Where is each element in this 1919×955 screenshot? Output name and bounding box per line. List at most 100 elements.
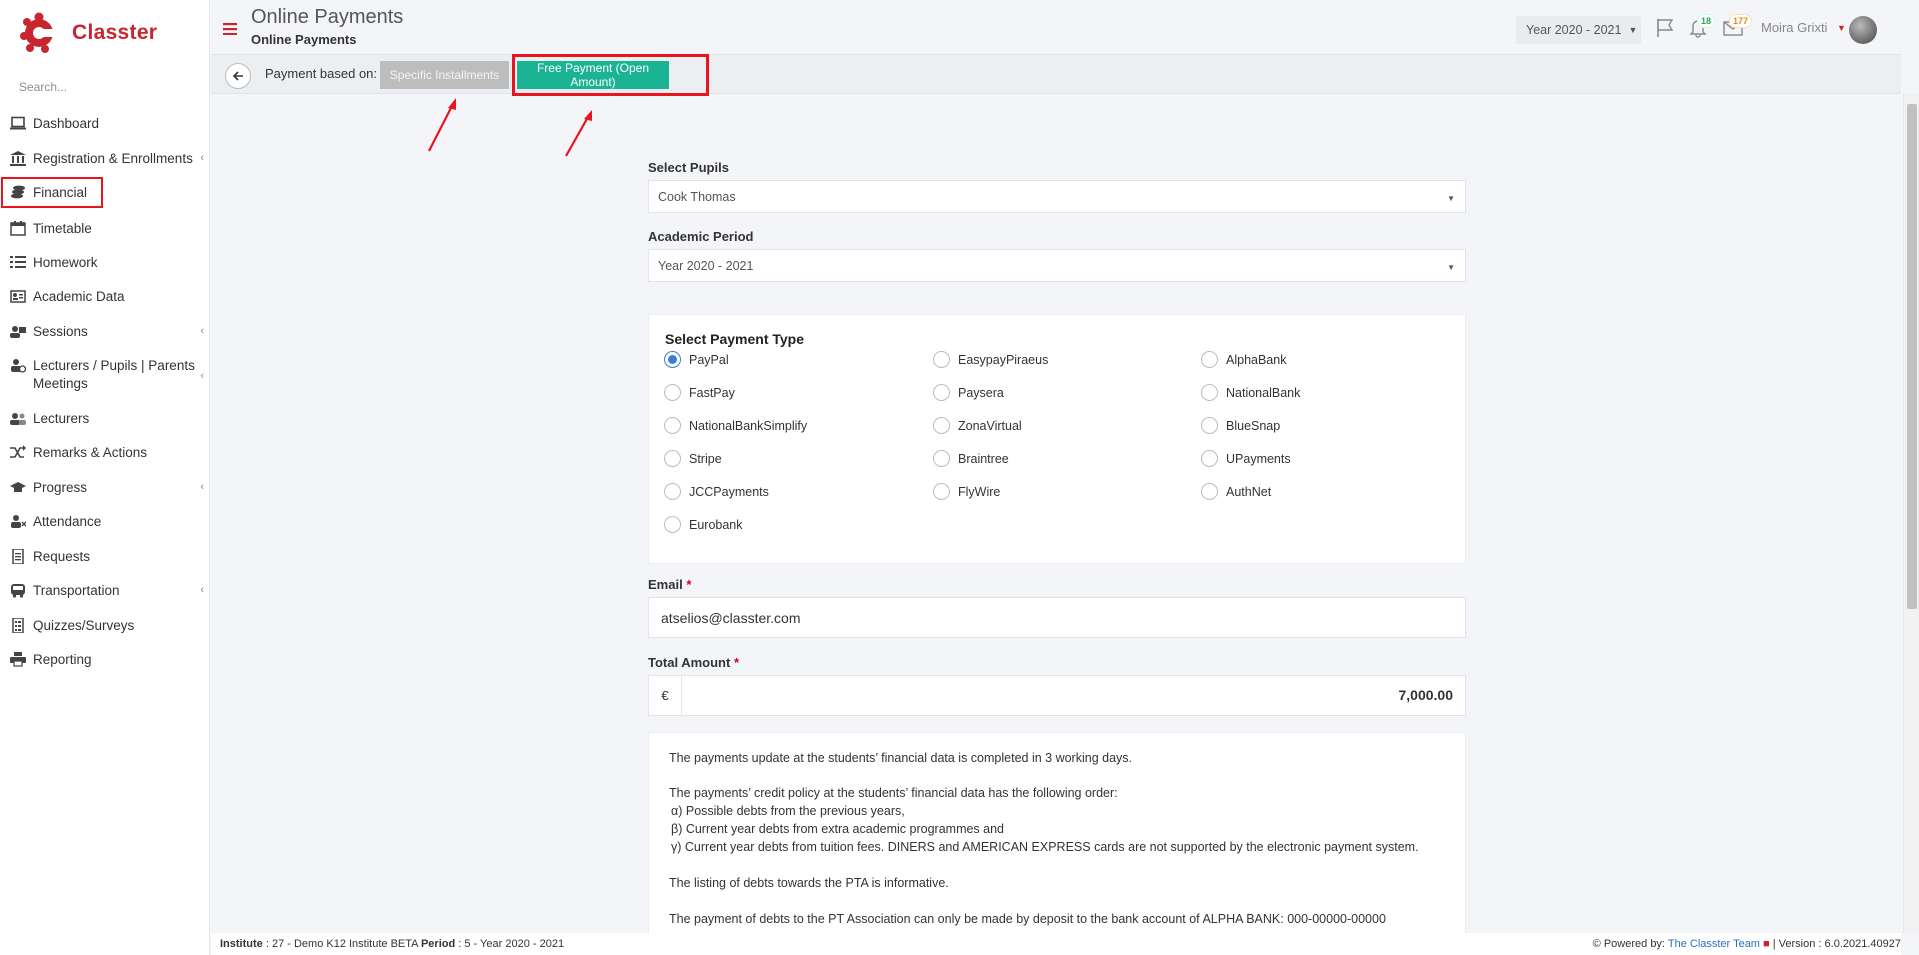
footer-powered-by: © Powered by: The Classter Team ■ | Vers… [1592,938,1901,950]
radio-upayments[interactable]: UPayments [1201,450,1291,467]
sidebar-item-registration[interactable]: Registration & Enrollments ‹ [0,150,210,168]
radio-button[interactable] [664,483,681,500]
specific-installments-button[interactable]: Specific Installments [380,61,509,89]
radio-button[interactable] [1201,417,1218,434]
flag-mini-icon: ■ [1763,938,1770,950]
radio-button[interactable] [664,417,681,434]
radio-fastpay[interactable]: FastPay [664,384,735,401]
page-scrollbar[interactable] [1903,94,1919,933]
sidebar-item-label: Sessions [33,324,88,339]
radio-braintree[interactable]: Braintree [933,450,1009,467]
radio-button[interactable] [933,417,950,434]
user-x-icon [9,513,27,529]
app-logo[interactable]: Classter [18,10,157,56]
sidebar-item-lecturers[interactable]: Lecturers [0,410,210,428]
radio-flywire[interactable]: FlyWire [933,483,1000,500]
radio-button[interactable] [664,450,681,467]
scrollbar-thumb[interactable] [1907,104,1917,609]
year-selector[interactable]: Year 2020 - 2021 ▼ [1516,16,1641,44]
sidebar: Classter Dashboard Registration & Enroll… [0,0,210,955]
radio-button[interactable] [1201,384,1218,401]
radio-paysera[interactable]: Paysera [933,384,1004,401]
sidebar-item-progress[interactable]: Progress ‹ [0,479,210,497]
year-selector-value: Year 2020 - 2021 [1526,23,1622,37]
sidebar-item-dashboard[interactable]: Dashboard [0,115,210,133]
academic-period-select[interactable]: Year 2020 - 2021 ▼ [648,249,1466,282]
sidebar-item-homework[interactable]: Homework [0,254,210,272]
radio-authnet[interactable]: AuthNet [1201,483,1271,500]
footer-institute-info: Institute : 27 - Demo K12 Institute BETA… [220,938,565,950]
sidebar-item-label: Lecturers / Pupils | Parents Meetings [33,358,195,391]
sidebar-search-input[interactable] [19,78,189,96]
sidebar-item-reporting[interactable]: Reporting [0,651,210,669]
info-text: γ) Current year debts from tuition fees.… [671,840,1419,854]
radio-button[interactable] [933,384,950,401]
payment-based-on-label: Payment based on: [265,66,378,81]
radio-bluesnap[interactable]: BlueSnap [1201,417,1280,434]
radio-button[interactable] [664,384,681,401]
payment-info-panel: The payments update at the students’ fin… [648,732,1466,937]
users-icon [9,410,27,426]
radio-nationalbanksimplify[interactable]: NationalBankSimplify [664,417,807,434]
bus-icon [9,582,27,598]
back-button[interactable] [225,63,251,89]
radio-jccpayments[interactable]: JCCPayments [664,483,769,500]
sidebar-item-quizzes[interactable]: Quizzes/Surveys [0,617,210,635]
payment-mode-bar: Payment based on: Specific Installments … [211,54,1901,94]
radio-zonavirtual[interactable]: ZonaVirtual [933,417,1022,434]
bank-icon [9,150,27,166]
radio-button[interactable] [1201,450,1218,467]
info-text: The payment of debts to the PT Associati… [669,912,1386,926]
hamburger-menu-icon[interactable] [223,22,237,40]
classter-team-link[interactable]: The Classter Team [1668,938,1760,950]
radio-button[interactable] [933,351,950,368]
radio-button[interactable] [933,450,950,467]
sidebar-item-transportation[interactable]: Transportation ‹ [0,582,210,600]
chevron-left-icon: ‹ [200,481,204,493]
sidebar-item-attendance[interactable]: Attendance [0,513,210,531]
radio-button[interactable] [1201,483,1218,500]
caret-down-icon[interactable]: ▼ [1837,23,1846,33]
payment-type-title: Select Payment Type [665,331,805,347]
sidebar-item-label: Lecturers [33,411,90,426]
printer-icon [9,651,27,667]
page-subtitle: Online Payments [251,32,357,47]
radio-button[interactable] [664,516,681,533]
sidebar-item-sessions[interactable]: Sessions ‹ [0,323,210,341]
sidebar-item-timetable[interactable]: Timetable [0,220,210,238]
sidebar-item-remarks[interactable]: Remarks & Actions [0,444,210,462]
info-text: α) Possible debts from the previous year… [671,804,905,818]
email-field[interactable]: atselios@classter.com [648,597,1466,638]
sidebar-item-academic-data[interactable]: Academic Data [0,288,210,306]
radio-stripe[interactable]: Stripe [664,450,722,467]
footer: Institute : 27 - Demo K12 Institute BETA… [211,933,1901,955]
app-name: Classter [72,21,158,44]
document-icon [9,548,27,564]
radio-button[interactable] [1201,351,1218,368]
sidebar-item-meetings[interactable]: Lecturers / Pupils | Parents Meetings ‹ [0,357,204,393]
flag-icon[interactable] [1655,18,1675,43]
radio-eurobank[interactable]: Eurobank [664,516,743,533]
caret-down-icon: ▼ [1628,25,1638,35]
radio-paypal[interactable]: PayPal [664,351,729,368]
total-amount-field[interactable]: € 7,000.00 [648,675,1466,716]
select-pupils-label: Select Pupils [648,160,729,175]
sidebar-item-label: Academic Data [33,289,125,304]
pupils-select[interactable]: Cook Thomas ▼ [648,180,1466,213]
academic-period-value: Year 2020 - 2021 [658,258,754,273]
payment-type-panel: Select Payment Type PayPal EasypayPiraeu… [648,314,1466,564]
radio-nationalbank[interactable]: NationalBank [1201,384,1300,401]
group-icon [9,323,27,339]
avatar[interactable] [1849,16,1877,44]
sidebar-item-requests[interactable]: Requests [0,548,210,566]
calendar-icon [9,220,27,236]
radio-button[interactable] [664,351,681,368]
radio-alphabank[interactable]: AlphaBank [1201,351,1286,368]
radio-easypaypiraeus[interactable]: EasypayPiraeus [933,351,1048,368]
user-name[interactable]: Moira Grixti [1761,20,1827,35]
radio-button[interactable] [933,483,950,500]
info-text: β) Current year debts from extra academi… [671,822,1005,836]
sidebar-item-label: Transportation [33,583,120,598]
info-text: The payments update at the students’ fin… [669,751,1133,765]
financial-highlight-box [1,177,103,208]
